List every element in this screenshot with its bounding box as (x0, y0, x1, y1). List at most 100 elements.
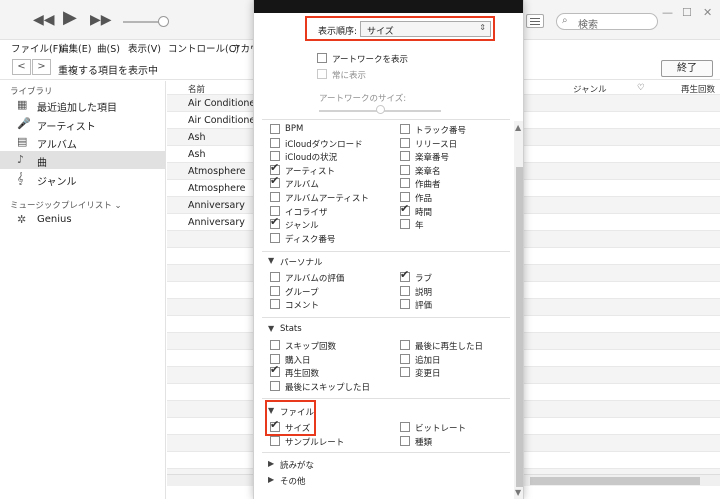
maximize-icon[interactable]: ☐ (682, 6, 692, 19)
column-checkbox-label: トラック番号 (415, 126, 467, 136)
column-checkbox-label: 作品 (415, 194, 433, 204)
vertical-scrollbar[interactable]: ▲ ▼ (514, 121, 523, 499)
column-checkbox[interactable] (270, 272, 280, 282)
menu-song[interactable]: 曲(S) (97, 41, 120, 55)
sidebar-item-songs[interactable]: ♪ 曲 (0, 151, 165, 169)
sidebar-item-albums[interactable]: ▤ アルバム (0, 133, 165, 151)
sort-order-select[interactable]: サイズ ⇕ (360, 21, 491, 37)
reading-section-title[interactable]: 読みがな (280, 459, 314, 471)
menu-view[interactable]: 表示(V) (128, 41, 161, 55)
stats-section-title[interactable]: Stats (280, 324, 302, 334)
column-checkbox[interactable] (400, 219, 410, 230)
checkmark-icon: ✔ (400, 268, 410, 281)
column-checkbox[interactable]: ✔ (270, 216, 280, 230)
column-checkbox[interactable] (400, 164, 410, 175)
personal-disclosure-icon[interactable]: ▼ (268, 256, 274, 265)
column-checkbox-label: 説明 (415, 287, 433, 298)
column-checkbox[interactable] (400, 340, 410, 350)
sidebar-item-artists[interactable]: 🎤 アーティスト (0, 115, 165, 133)
menu-edit[interactable]: 編集(E) (59, 41, 91, 55)
scrollbar-thumb[interactable] (530, 477, 700, 485)
column-checkbox[interactable]: ✔ (270, 175, 280, 189)
sidebar-item-recently-added[interactable]: ▦ 最近追加した項目 (0, 96, 165, 114)
checkmark-icon: ✔ (270, 363, 280, 377)
column-checkbox[interactable] (400, 192, 410, 202)
sidebar-item-label: 曲 (37, 158, 47, 169)
column-checkbox[interactable]: ✔ (270, 363, 280, 378)
column-checkbox[interactable] (270, 299, 280, 310)
column-checkbox[interactable] (400, 435, 410, 446)
column-checkbox[interactable]: ✔ (270, 160, 280, 175)
volume-slider-knob[interactable] (158, 16, 169, 27)
column-checkbox[interactable] (400, 422, 410, 432)
column-checkbox[interactable] (400, 285, 410, 296)
column-checkbox-label: サンプルレート (285, 437, 345, 448)
column-checkbox[interactable] (270, 353, 280, 364)
column-checkbox[interactable] (270, 435, 280, 446)
checkmark-icon: ✔ (270, 160, 280, 174)
personal-section-title[interactable]: パーソナル (280, 256, 323, 268)
search-input[interactable]: ⌕ 検索 (556, 13, 658, 31)
column-options-panel: 表示順序: サイズ ⇕ アートワークを表示 常に表示 アートワークのサイズ: B… (253, 0, 524, 499)
divider (262, 317, 510, 318)
column-checkbox[interactable] (270, 137, 280, 148)
column-checkbox[interactable] (270, 380, 280, 391)
column-checkbox[interactable] (400, 353, 410, 364)
column-checkbox[interactable] (270, 340, 280, 350)
done-button[interactable]: 終了 (661, 60, 713, 77)
next-track-icon[interactable]: ▶▶ (90, 11, 112, 29)
other-disclosure-icon[interactable]: ▶ (268, 475, 274, 484)
column-checkbox[interactable] (270, 192, 280, 202)
column-checkbox[interactable] (270, 151, 280, 162)
column-checkbox-label: 楽章名 (415, 166, 441, 177)
playlists-heading[interactable]: ミュージックプレイリスト ⌄ (10, 199, 122, 211)
column-checkbox[interactable]: ✔ (400, 268, 410, 282)
other-section-title[interactable]: その他 (280, 475, 306, 487)
column-checkbox-label: ラブ (415, 274, 433, 284)
column-checkbox-label: アルバムアーティスト (285, 194, 369, 204)
column-checkbox[interactable] (400, 178, 410, 189)
sidebar-item-genres[interactable]: 𝄞 ジャンル (0, 170, 165, 188)
minimize-icon[interactable]: — (662, 6, 673, 19)
previous-track-icon[interactable]: ◀◀ (33, 11, 55, 29)
show-artwork-label: アートワークを表示 (332, 55, 408, 65)
column-checkbox-label: ディスク番号 (285, 234, 336, 245)
column-checkbox[interactable] (270, 285, 280, 296)
scroll-up-icon[interactable]: ▲ (515, 123, 521, 132)
divider (262, 398, 510, 399)
column-checkbox[interactable] (270, 205, 280, 216)
menu-controls[interactable]: コントロール(C) (168, 41, 239, 55)
panel-header-bar (254, 0, 523, 13)
column-checkbox[interactable] (400, 137, 410, 148)
sidebar-item-genius[interactable]: ✲ Genius (0, 211, 165, 229)
artwork-size-knob (376, 105, 385, 114)
artwork-size-label: アートワークのサイズ: (319, 94, 407, 104)
list-view-button[interactable] (526, 14, 544, 28)
column-checkbox[interactable] (400, 151, 410, 162)
sort-order-label: 表示順序: (318, 27, 358, 37)
reading-disclosure-icon[interactable]: ▶ (268, 459, 274, 468)
show-artwork-checkbox[interactable] (317, 53, 327, 63)
close-icon[interactable]: ✕ (703, 6, 712, 19)
column-checkbox[interactable]: ✔ (400, 202, 410, 216)
song-name: Atmosphere (188, 166, 246, 177)
column-checkbox[interactable] (400, 124, 410, 134)
menu-file[interactable]: ファイル(F) (11, 41, 62, 55)
forward-button[interactable]: > (32, 59, 51, 75)
stats-disclosure-icon[interactable]: ▼ (268, 324, 274, 333)
scrollbar-thumb[interactable] (516, 167, 523, 487)
scroll-down-icon[interactable]: ▼ (515, 488, 521, 497)
column-header-love[interactable]: ♡ (637, 83, 645, 93)
column-checkbox-label: ビットレート (415, 424, 467, 434)
column-checkbox-label: iCloudの状況 (285, 153, 338, 164)
back-button[interactable]: < (12, 59, 31, 75)
column-checkbox[interactable] (400, 299, 410, 310)
song-name: Anniversary (188, 200, 245, 211)
column-checkbox[interactable] (270, 124, 280, 134)
column-checkbox-label: イコライザ (285, 207, 328, 218)
column-checkbox[interactable] (270, 232, 280, 243)
play-icon[interactable]: ▶ (63, 9, 77, 27)
song-name: Atmosphere (188, 183, 246, 194)
column-checkbox[interactable] (400, 367, 410, 378)
sort-order-highlight: 表示順序: サイズ ⇕ (305, 16, 495, 41)
